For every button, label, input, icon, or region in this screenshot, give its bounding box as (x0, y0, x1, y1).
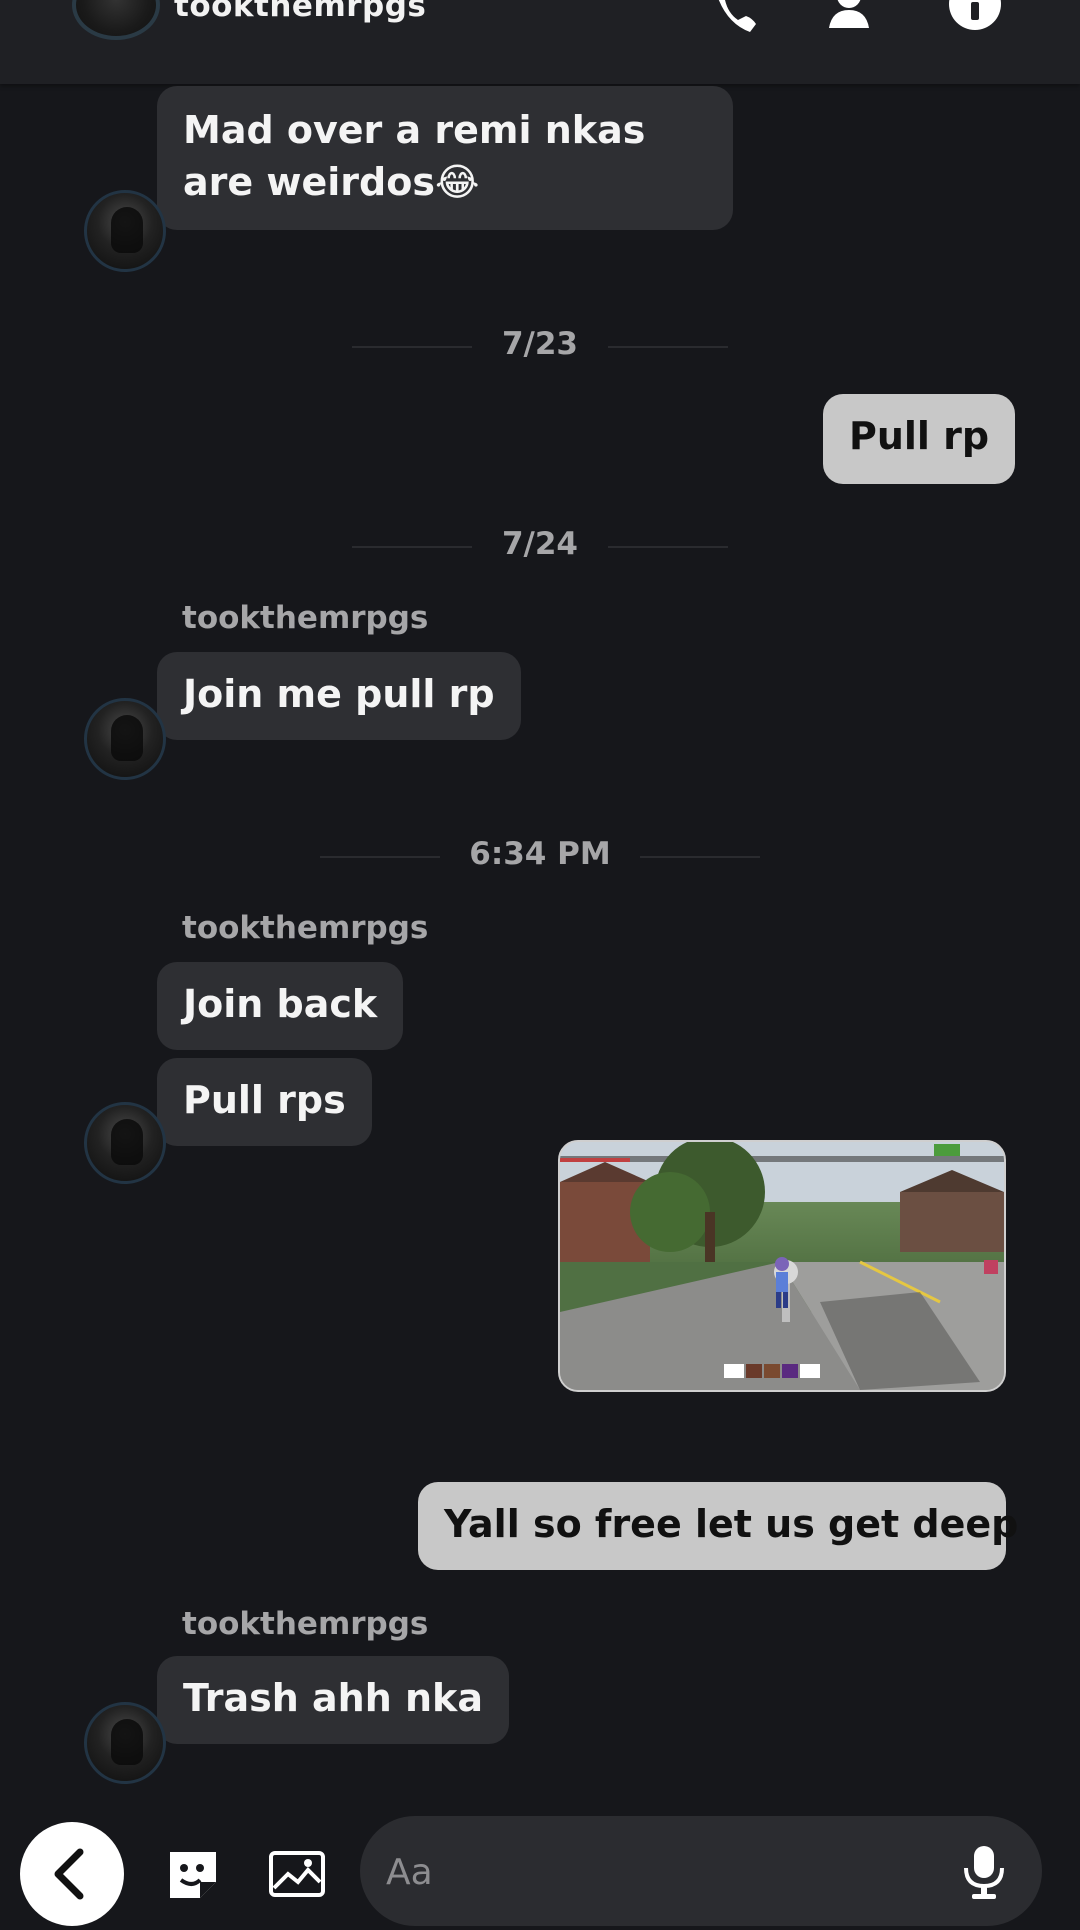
date-label: 7/24 (501, 526, 579, 562)
incoming-message[interactable]: Pull rps (157, 1058, 372, 1146)
message-composer (0, 1804, 1080, 1928)
gallery-icon[interactable] (268, 1850, 326, 1904)
incoming-message[interactable]: Join back (157, 962, 404, 1050)
time-divider: 6:34 PM (0, 836, 1080, 872)
sender-name: tookthemrpgs (182, 600, 429, 636)
game-screenshot (560, 1142, 1004, 1390)
outgoing-message[interactable]: Pull rp (823, 394, 1016, 484)
call-icon[interactable] (716, 0, 774, 38)
sender-name: tookthemrpgs (182, 1606, 429, 1642)
incoming-message[interactable]: Mad over a remi nkas are weirdos😂 (157, 86, 733, 230)
contact-avatar[interactable] (84, 190, 166, 272)
message-input-container (360, 1816, 1042, 1928)
contact-avatar[interactable] (84, 698, 166, 780)
header-avatar[interactable] (72, 0, 160, 40)
date-label: 7/23 (501, 326, 579, 362)
profile-icon[interactable] (826, 0, 872, 34)
mic-icon[interactable] (962, 1844, 1006, 1904)
image-message[interactable] (558, 1140, 1006, 1392)
date-divider: 7/23 (0, 326, 1080, 362)
contact-avatar[interactable] (84, 1702, 166, 1784)
contact-avatar[interactable] (84, 1102, 166, 1184)
info-icon[interactable] (948, 0, 1002, 36)
sticker-icon[interactable] (166, 1848, 220, 1906)
incoming-message[interactable]: Trash ahh nka (157, 1656, 509, 1744)
chat-header: tookthemrpgs (0, 0, 1080, 84)
date-divider: 7/24 (0, 526, 1080, 562)
chat-title[interactable]: tookthemrpgs (174, 0, 426, 24)
outgoing-message[interactable]: Yall so free let us get deep (418, 1482, 1018, 1570)
back-chevron-icon (54, 1848, 84, 1900)
sender-name: tookthemrpgs (182, 910, 429, 946)
message-input[interactable] (384, 1816, 948, 1928)
back-button[interactable] (20, 1822, 124, 1926)
incoming-message[interactable]: Join me pull rp (157, 652, 521, 740)
time-label: 6:34 PM (469, 836, 611, 872)
